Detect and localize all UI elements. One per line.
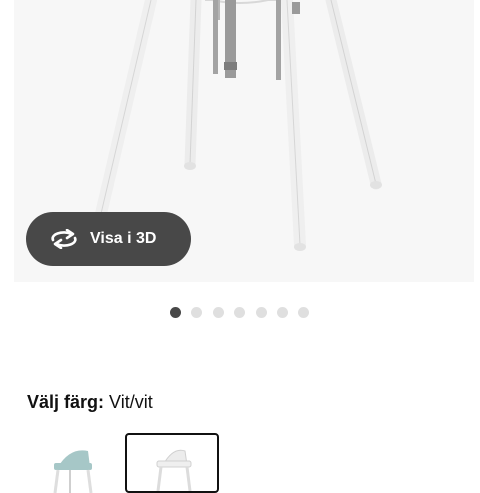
turquoise-chair-thumbnail xyxy=(53,450,93,493)
white-chair-thumbnail xyxy=(156,449,192,491)
carousel-dot[interactable] xyxy=(170,307,181,318)
color-swatch-white[interactable] xyxy=(125,433,219,493)
color-value: Vit/vit xyxy=(109,392,153,412)
carousel-dot[interactable] xyxy=(234,307,245,318)
rotate-3d-icon xyxy=(50,228,78,250)
color-selector-heading: Välj färg: Vit/vit xyxy=(27,392,153,413)
color-label: Välj färg: xyxy=(27,392,105,412)
carousel-dot[interactable] xyxy=(298,307,309,318)
carousel-dot[interactable] xyxy=(256,307,267,318)
carousel-dot[interactable] xyxy=(277,307,288,318)
carousel-dot[interactable] xyxy=(191,307,202,318)
view-3d-button[interactable]: Visa i 3D xyxy=(26,212,191,266)
view-3d-label: Visa i 3D xyxy=(90,230,157,247)
carousel-dots xyxy=(0,307,480,319)
carousel-dot[interactable] xyxy=(213,307,224,318)
color-swatch-turquoise[interactable] xyxy=(26,433,120,493)
